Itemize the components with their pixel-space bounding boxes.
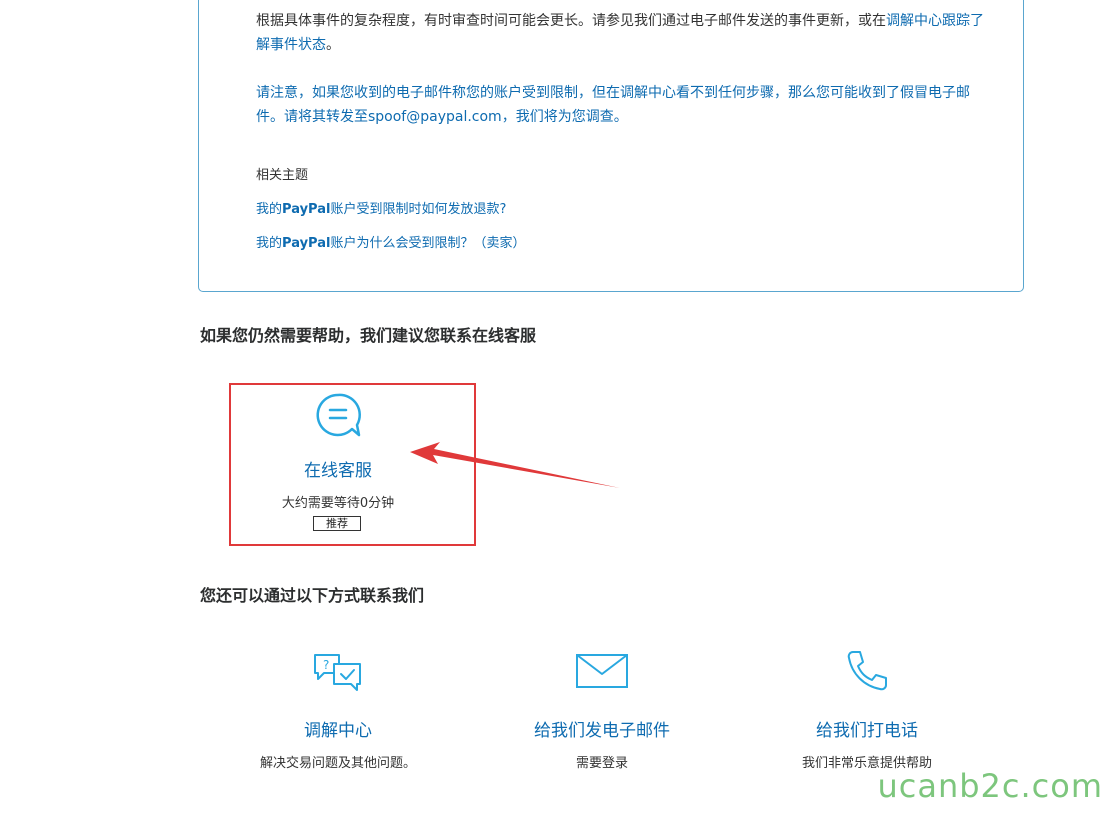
link-suffix: 账户受到限制时如何发放退款? [330, 202, 507, 217]
link-prefix: 我的 [256, 202, 283, 217]
watermark-text: ucanb2c.com [877, 767, 1103, 805]
brand-name: PayPal [282, 236, 331, 251]
phone-icon[interactable] [844, 648, 890, 694]
review-time-paragraph: 根据具体事件的复杂程度，有时审查时间可能会更长。请参见我们通过电子邮件发送的事件… [256, 9, 986, 57]
brand-name: PayPal [282, 202, 331, 217]
resolution-center-title[interactable]: 调解中心 [218, 716, 458, 741]
call-us-title[interactable]: 给我们打电话 [747, 716, 987, 741]
email-us-desc: 需要登录 [575, 756, 628, 771]
related-link-refund[interactable]: 我的PayPal账户受到限制时如何发放退款? [256, 198, 506, 217]
resolution-center-desc: 解决交易问题及其他问题。 [259, 756, 416, 771]
svg-text:?: ? [323, 658, 329, 672]
chat-bubble-icon[interactable] [314, 391, 362, 439]
email-us-title[interactable]: 给我们发电子邮件 [482, 716, 722, 741]
related-topics-title: 相关主题 [256, 168, 309, 183]
related-link-limited-why[interactable]: 我的PayPal账户为什么会受到限制？（卖家） [256, 232, 525, 251]
link-prefix: 我的 [256, 236, 283, 251]
paragraph-end: 。 [326, 37, 340, 53]
help-section-title: 如果您仍然需要帮助，我们建议您联系在线客服 [200, 326, 537, 345]
recommended-badge: 推荐 [313, 516, 361, 531]
contact-section-title: 您还可以通过以下方式联系我们 [200, 586, 425, 605]
resolution-center-icon[interactable]: ? [312, 652, 364, 692]
paragraph-text: 根据具体事件的复杂程度，有时审查时间可能会更长。请参见我们通过电子邮件发送的事件… [256, 13, 886, 29]
link-suffix: 账户为什么会受到限制？（卖家） [330, 236, 526, 251]
annotation-arrow-icon [410, 442, 620, 488]
spoof-warning-paragraph: 请注意，如果您收到的电子邮件称您的账户受到限制，但在调解中心看不到任何步骤，那么… [256, 85, 970, 125]
email-icon[interactable] [575, 652, 629, 690]
